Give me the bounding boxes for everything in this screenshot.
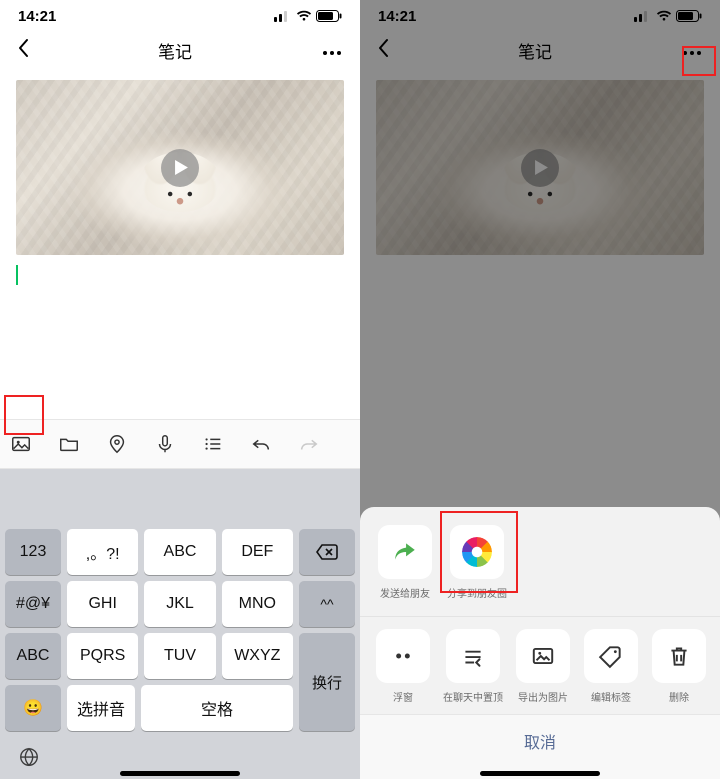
- undo-icon[interactable]: [248, 431, 274, 457]
- status-indicators: [274, 10, 342, 22]
- editor-toolbar: [0, 419, 360, 469]
- key-tuv[interactable]: TUV: [144, 633, 215, 679]
- action-delete[interactable]: 删除: [652, 629, 706, 704]
- video-thumbnail[interactable]: [16, 80, 344, 255]
- key-punct[interactable]: ,。?!: [67, 529, 138, 575]
- voice-icon[interactable]: [152, 431, 178, 457]
- share-send-friend[interactable]: 发送给朋友: [376, 525, 434, 600]
- action-sheet: 发送给朋友 分享到朋友圈 浮窗 在聊天中置顶: [360, 507, 720, 779]
- note-content[interactable]: [0, 72, 360, 285]
- key-def[interactable]: DEF: [222, 529, 293, 575]
- image-icon[interactable]: [8, 431, 34, 457]
- more-button[interactable]: [316, 36, 348, 65]
- list-icon[interactable]: [200, 431, 226, 457]
- key-newline[interactable]: 换行: [299, 633, 355, 731]
- folder-icon[interactable]: [56, 431, 82, 457]
- key-pqrs[interactable]: PQRS: [67, 633, 138, 679]
- status-bar: 14:21: [0, 0, 360, 28]
- location-icon[interactable]: [104, 431, 130, 457]
- keyboard[interactable]: 123 #@¥ ABC 😀 ,。?! ABC DEF GHI JKL MNO: [0, 524, 360, 735]
- share-row: 发送给朋友 分享到朋友圈: [360, 521, 720, 617]
- action-pin[interactable]: 在聊天中置顶: [444, 629, 502, 704]
- share-moments[interactable]: 分享到朋友圈: [448, 525, 506, 600]
- key-emoji[interactable]: 😀: [5, 685, 61, 731]
- action-export-image[interactable]: 导出为图片: [516, 629, 570, 704]
- ime-candidate-bar[interactable]: [0, 469, 360, 524]
- page-title: 笔记: [158, 38, 192, 63]
- key-wxyz[interactable]: WXYZ: [222, 633, 293, 679]
- key-123[interactable]: 123: [5, 529, 61, 575]
- cancel-button[interactable]: 取消: [360, 714, 720, 779]
- action-row: 浮窗 在聊天中置顶 导出为图片 编辑标签 删除: [360, 625, 720, 714]
- action-float[interactable]: 浮窗: [376, 629, 430, 704]
- home-indicator: [480, 771, 600, 776]
- action-edit-tag[interactable]: 编辑标签: [584, 629, 638, 704]
- key-jkl[interactable]: JKL: [144, 581, 215, 627]
- key-abc[interactable]: ABC: [5, 633, 61, 679]
- key-backspace[interactable]: [299, 529, 355, 575]
- back-button[interactable]: [12, 34, 34, 66]
- moments-icon: [462, 537, 492, 567]
- nav-header: 笔记: [0, 28, 360, 72]
- status-time: 14:21: [18, 8, 56, 25]
- key-ghi[interactable]: GHI: [67, 581, 138, 627]
- key-space[interactable]: 空格: [141, 685, 293, 731]
- key-sym[interactable]: #@¥: [5, 581, 61, 627]
- play-icon[interactable]: [161, 149, 199, 187]
- key-mno[interactable]: MNO: [222, 581, 293, 627]
- text-cursor: [16, 265, 18, 285]
- redo-icon: [296, 431, 322, 457]
- key-caret[interactable]: ^^: [299, 581, 355, 627]
- key-select-pinyin[interactable]: 选拼音: [67, 685, 135, 731]
- home-indicator: [120, 771, 240, 776]
- key-abc2[interactable]: ABC: [144, 529, 215, 575]
